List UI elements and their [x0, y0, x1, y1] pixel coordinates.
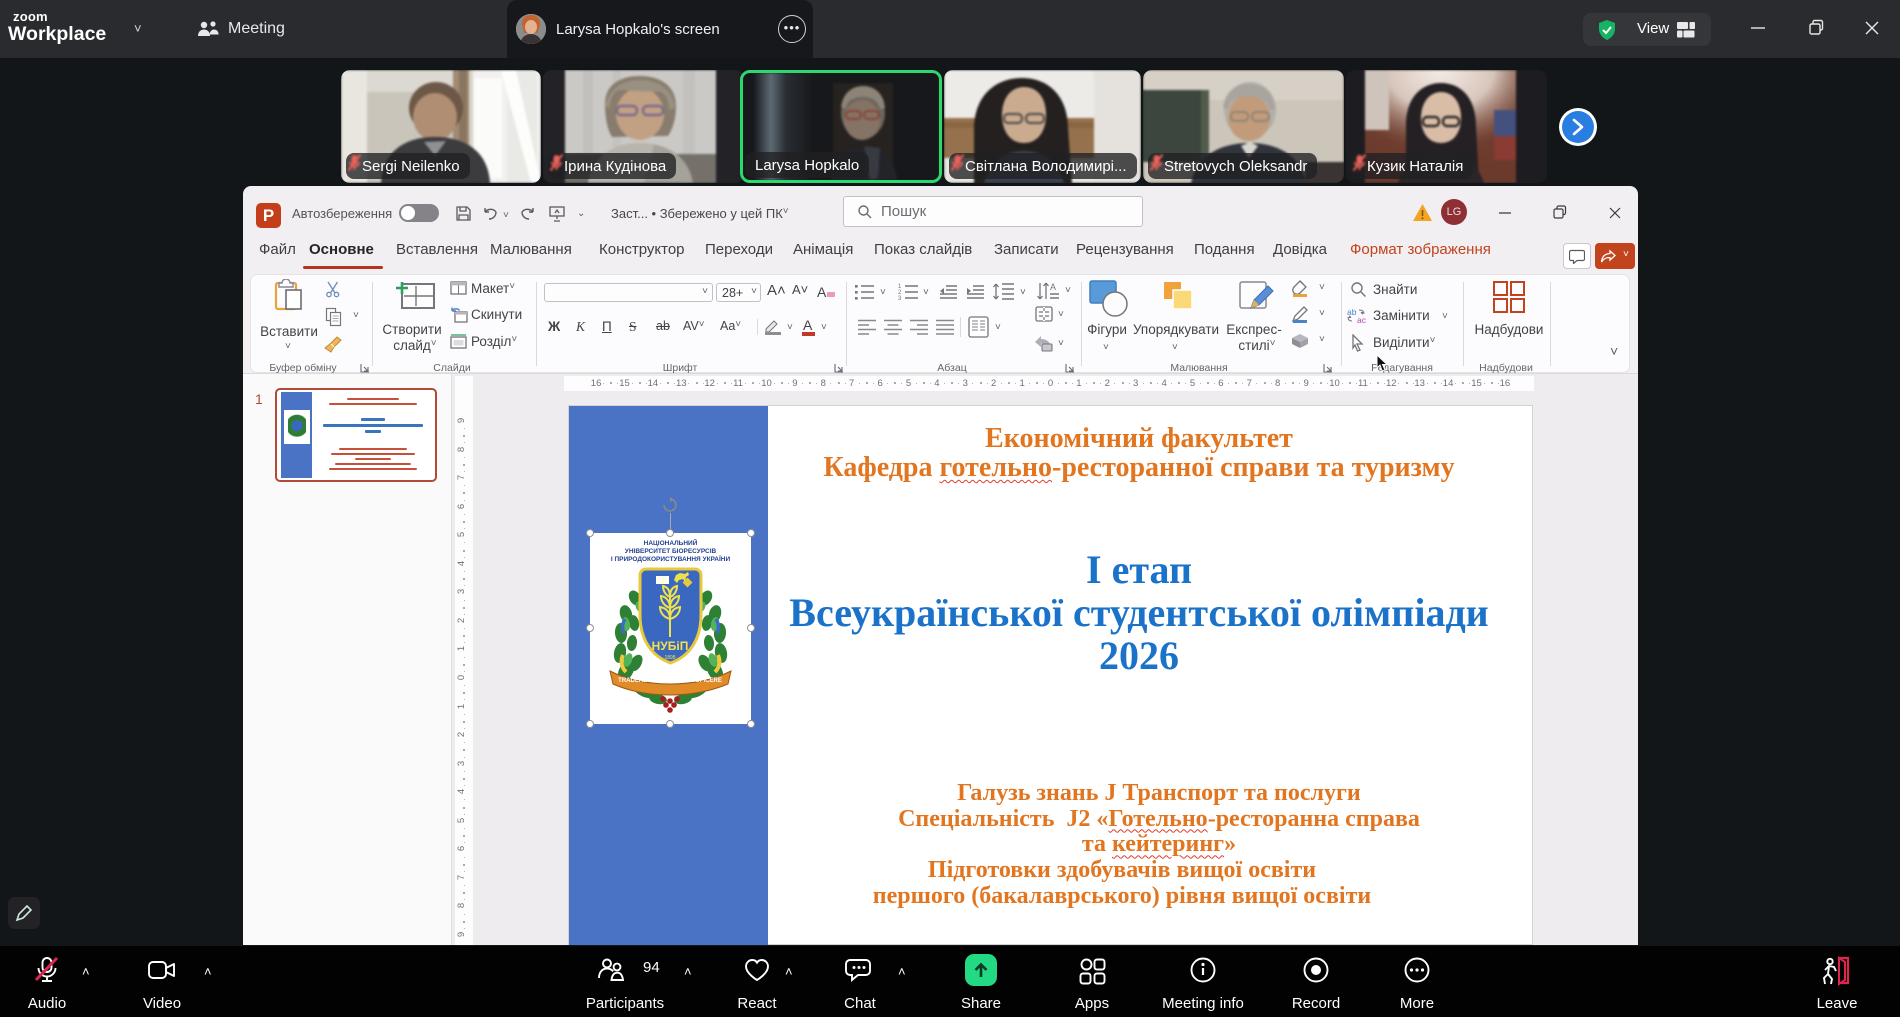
svg-text:3: 3 — [898, 296, 902, 301]
svg-text:НУБіП: НУБіП — [652, 639, 689, 653]
svg-text:1898: 1898 — [664, 655, 675, 661]
svg-text:TRADERE PROGREDI PROSPICERE: TRADERE PROGREDI PROSPICERE — [618, 678, 722, 684]
svg-text:ac: ac — [1357, 315, 1367, 325]
svg-text:A: A — [1050, 282, 1056, 292]
svg-text:A: A — [817, 284, 827, 300]
svg-text:ab: ab — [1347, 307, 1357, 317]
